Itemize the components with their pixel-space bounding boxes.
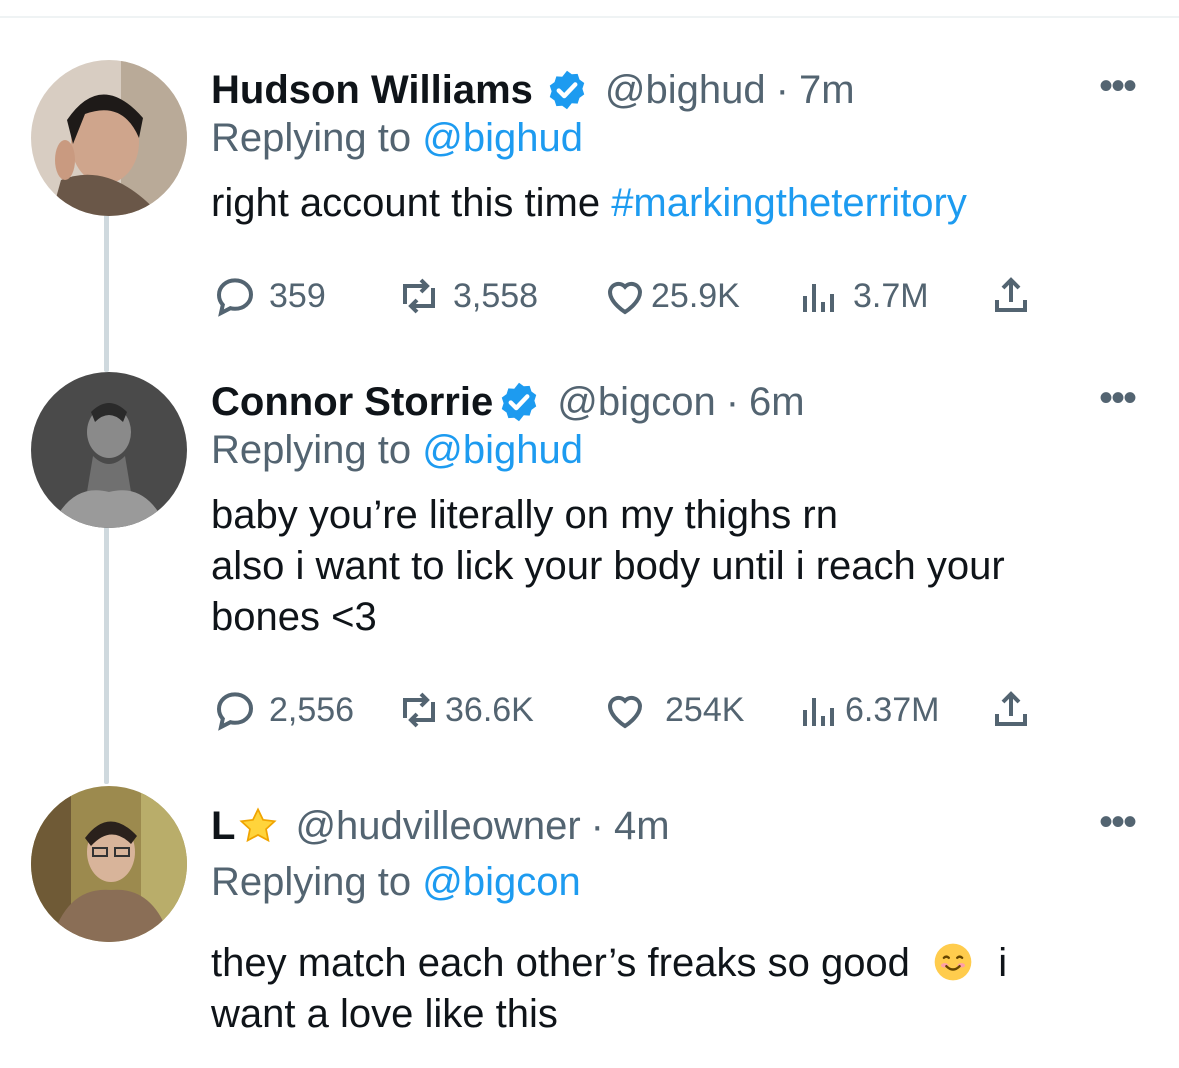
tweet-text-line: want a love like this xyxy=(211,992,558,1036)
display-name[interactable]: L xyxy=(211,802,235,850)
tweet-text-line: they match each other’s freaks so good i xyxy=(211,938,1111,989)
replying-mention-link[interactable]: @bigcon xyxy=(422,860,580,904)
avatar-image xyxy=(31,786,187,942)
handle[interactable]: @hudvilleowner xyxy=(295,802,580,850)
star-emoji-icon xyxy=(239,807,278,843)
tweet-text-segment: they match each other’s freaks so good xyxy=(211,941,910,985)
tweet-hudvilleowner[interactable]: L @hudvilleowner · 4m Replying to @bigco… xyxy=(0,0,1179,1068)
separator: · xyxy=(590,804,604,848)
tweet-text: they match each other’s freaks so good i… xyxy=(211,938,1111,1040)
replying-prefix: Replying to xyxy=(211,860,412,904)
smiling-face-emoji-icon xyxy=(934,943,972,981)
timestamp[interactable]: 4m xyxy=(614,802,670,850)
replying-to: Replying to @bigcon xyxy=(211,858,1111,906)
more-options-button[interactable]: ••• xyxy=(1099,800,1137,845)
avatar[interactable] xyxy=(31,786,187,942)
tweet-text-segment: i xyxy=(998,941,1008,985)
